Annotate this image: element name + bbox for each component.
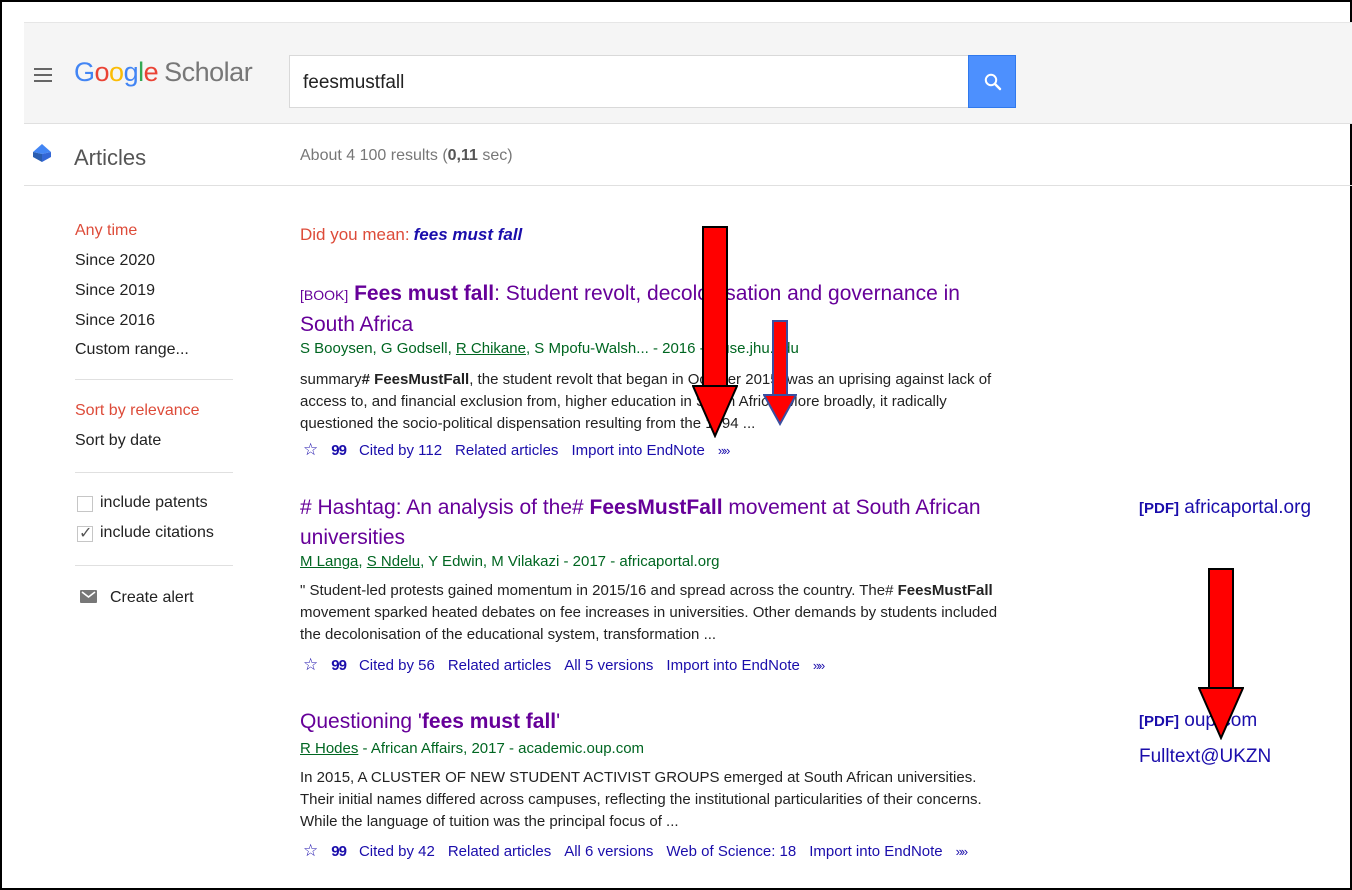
more-icon[interactable]: »» [813, 658, 826, 673]
cite-icon[interactable]: 99 [331, 657, 347, 674]
more-icon[interactable]: »» [718, 443, 731, 458]
include-patents-label[interactable]: include patents [100, 494, 208, 512]
related-articles-link[interactable]: Related articles [448, 657, 551, 674]
result-actions: ☆ 99 Cited by 42 Related articles All 6 vers… [303, 841, 979, 861]
result-snippet: In 2015, A CLUSTER OF NEW STUDENT ACTIVI… [300, 769, 982, 830]
filter-any-time[interactable]: Any time [75, 222, 137, 240]
cite-icon[interactable]: 99 [331, 442, 347, 459]
google-scholar-logo[interactable]: Google Scholar [74, 57, 253, 88]
cite-icon[interactable]: 99 [331, 843, 347, 860]
result-snippet: summary# FeesMustFall, the student revol… [300, 371, 992, 432]
author-link[interactable]: M Langa [300, 553, 358, 570]
search-icon [984, 73, 1002, 91]
envelope-icon[interactable] [80, 590, 97, 603]
include-patents-checkbox[interactable] [77, 496, 93, 512]
sidebar-divider [75, 379, 233, 380]
annotation-arrow [763, 320, 797, 426]
filter-custom-range[interactable]: Custom range... [75, 341, 189, 359]
include-citations-checkbox[interactable] [77, 523, 93, 543]
result-actions: ☆ 99 Cited by 56 Related articles All 5 vers… [303, 655, 836, 675]
cited-by-link[interactable]: Cited by 112 [359, 442, 442, 459]
all-versions-link[interactable]: All 5 versions [564, 657, 653, 674]
result-title[interactable]: [BOOK] Fees must fall: Student revolt, d… [300, 279, 1020, 340]
result-authors: R Hodes - African Affairs, 2017 - academ… [300, 740, 645, 757]
result-authors: M Langa, S Ndelu, Y Edwin, M Vilakazi - … [300, 553, 720, 570]
header-topline [24, 22, 1352, 23]
search-input[interactable]: feesmustfall [289, 55, 969, 108]
author-link[interactable]: S Ndelu [367, 553, 420, 570]
sidebar-divider [75, 565, 233, 566]
section-title[interactable]: Articles [74, 145, 146, 171]
annotation-arrow [692, 226, 738, 438]
annotation-arrow [1198, 568, 1244, 740]
star-icon[interactable]: ☆ [303, 841, 318, 860]
result-title[interactable]: Questioning 'fees must fall' [300, 707, 1020, 737]
result-snippet: " Student-led protests gained momentum i… [300, 582, 998, 643]
did-you-mean-suggestion[interactable]: fees must fall [414, 225, 523, 244]
author-link[interactable]: R Chikane [456, 340, 526, 357]
pdf-link[interactable]: [PDF] africaportal.org [1139, 497, 1311, 519]
sort-by-date[interactable]: Sort by date [75, 432, 161, 450]
sidebar-divider [75, 472, 233, 473]
import-endnote-link[interactable]: Import into EndNote [571, 442, 704, 459]
result-title[interactable]: # Hashtag: An analysis of the# FeesMustF… [300, 493, 1020, 553]
articles-icon[interactable] [32, 142, 52, 164]
star-icon[interactable]: ☆ [303, 655, 318, 674]
related-articles-link[interactable]: Related articles [455, 442, 558, 459]
search-button[interactable] [968, 55, 1016, 108]
sort-by-relevance[interactable]: Sort by relevance [75, 402, 200, 420]
include-citations-label[interactable]: include citations [100, 524, 214, 542]
did-you-mean: Did you mean: fees must fall [300, 225, 523, 244]
articles-bar [24, 124, 1352, 186]
results-count: About 4 100 results (0,11 sec) [300, 147, 513, 164]
all-versions-link[interactable]: All 6 versions [564, 843, 653, 860]
filter-since-2016[interactable]: Since 2016 [75, 312, 155, 330]
import-endnote-link[interactable]: Import into EndNote [666, 657, 799, 674]
create-alert-link[interactable]: Create alert [110, 589, 194, 607]
filter-since-2019[interactable]: Since 2019 [75, 282, 155, 300]
star-icon[interactable]: ☆ [303, 440, 318, 459]
menu-icon[interactable] [34, 68, 52, 82]
fulltext-link[interactable]: Fulltext@UKZN [1139, 746, 1271, 768]
cited-by-link[interactable]: Cited by 56 [359, 657, 435, 674]
more-icon[interactable]: »» [956, 844, 969, 859]
web-of-science-link[interactable]: Web of Science: 18 [666, 843, 796, 860]
cited-by-link[interactable]: Cited by 42 [359, 843, 435, 860]
related-articles-link[interactable]: Related articles [448, 843, 551, 860]
author-link[interactable]: R Hodes [300, 740, 358, 757]
result-actions: ☆ 99 Cited by 112 Related articles Import in… [303, 440, 741, 460]
filter-since-2020[interactable]: Since 2020 [75, 252, 155, 270]
import-endnote-link[interactable]: Import into EndNote [809, 843, 942, 860]
